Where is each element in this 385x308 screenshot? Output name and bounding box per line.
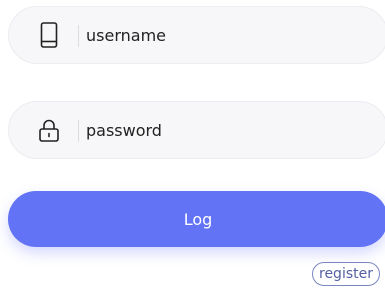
- lock-icon: [37, 116, 61, 144]
- username-input[interactable]: [86, 7, 367, 63]
- field-divider: [78, 120, 79, 142]
- register-link[interactable]: register: [312, 262, 380, 286]
- password-field[interactable]: [8, 101, 385, 159]
- username-field[interactable]: [8, 6, 385, 64]
- login-button[interactable]: Log: [8, 191, 385, 247]
- password-input[interactable]: [86, 102, 367, 158]
- phone-icon: [37, 21, 61, 49]
- field-divider: [78, 25, 79, 47]
- login-page: Log register: [0, 0, 385, 308]
